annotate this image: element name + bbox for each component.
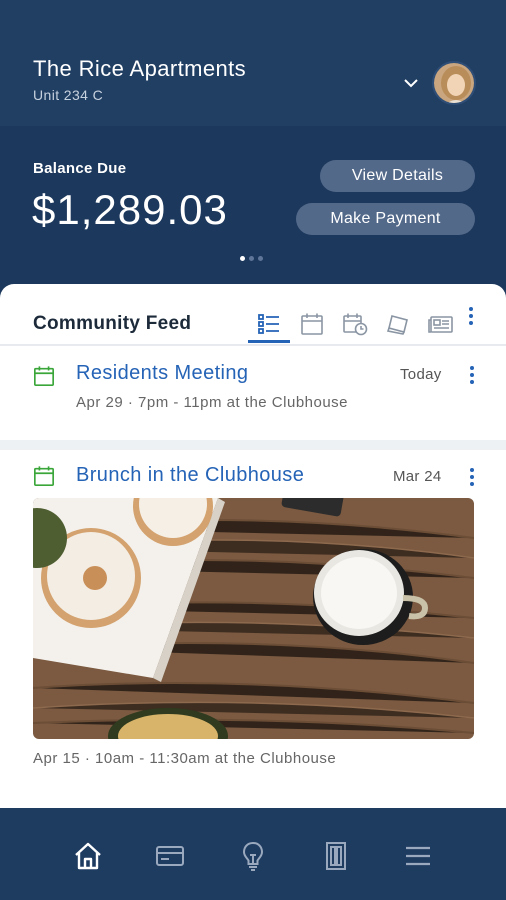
- event-date: Mar 24: [393, 468, 442, 485]
- tab-calendar-clock[interactable]: [337, 306, 373, 342]
- lightbulb-icon: [242, 841, 264, 871]
- active-tab-indicator: [248, 340, 290, 343]
- feed-title: Community Feed: [33, 313, 192, 334]
- tab-newspaper[interactable]: [423, 306, 459, 342]
- tab-stack[interactable]: [380, 306, 416, 342]
- divider: [0, 344, 506, 346]
- nav-requests[interactable]: [233, 836, 273, 876]
- calendar-icon: [34, 466, 54, 486]
- carousel-dot[interactable]: [249, 256, 254, 261]
- app-header: The Rice Apartments Unit 234 C: [0, 0, 506, 126]
- calendar-clock-icon: [343, 313, 368, 336]
- home-icon: [75, 842, 101, 870]
- kebab-menu-icon[interactable]: [465, 364, 479, 386]
- chevron-down-icon[interactable]: [400, 72, 422, 94]
- balance-label: Balance Due: [33, 160, 127, 177]
- event-details: Apr 15 · 10am - 11:30am at the Clubhouse: [33, 750, 337, 767]
- carousel-indicator: [240, 256, 263, 261]
- community-feed-card: Community Feed Residents Meeting Today A…: [0, 284, 506, 808]
- event-title[interactable]: Residents Meeting: [76, 362, 248, 385]
- balance-panel: Balance Due $1,289.03 View Details Make …: [0, 126, 506, 298]
- carousel-dot[interactable]: [240, 256, 245, 261]
- newspaper-icon: [428, 316, 453, 333]
- more-options-icon[interactable]: [463, 304, 479, 328]
- carousel-dot[interactable]: [258, 256, 263, 261]
- kebab-menu-icon[interactable]: [465, 466, 479, 488]
- balance-amount: $1,289.03: [32, 186, 228, 233]
- event-details: Apr 29 · 7pm - 11pm at the Clubhouse: [76, 394, 349, 411]
- avatar[interactable]: [432, 61, 476, 105]
- calendar-icon: [34, 366, 54, 386]
- event-title[interactable]: Brunch in the Clubhouse: [76, 464, 304, 487]
- bottom-navigation: [0, 808, 506, 900]
- list-icon: [258, 314, 279, 334]
- stack-icon: [386, 315, 408, 335]
- calendar-icon: [301, 313, 323, 335]
- item-separator: [0, 440, 506, 450]
- nav-menu[interactable]: [398, 836, 438, 876]
- nav-access[interactable]: [316, 836, 356, 876]
- hamburger-menu-icon: [406, 846, 430, 866]
- view-details-button[interactable]: View Details: [320, 160, 475, 192]
- make-payment-button[interactable]: Make Payment: [296, 203, 475, 235]
- event-photo[interactable]: [33, 498, 474, 739]
- nav-payments[interactable]: [150, 836, 190, 876]
- event-date: Today: [400, 366, 442, 383]
- credit-card-icon: [156, 846, 184, 866]
- unit-label: Unit 234 C: [33, 87, 104, 103]
- tab-list[interactable]: [251, 306, 287, 342]
- tab-calendar[interactable]: [294, 306, 330, 342]
- door-icon: [326, 842, 346, 870]
- property-name: The Rice Apartments: [33, 56, 247, 81]
- nav-home[interactable]: [68, 836, 108, 876]
